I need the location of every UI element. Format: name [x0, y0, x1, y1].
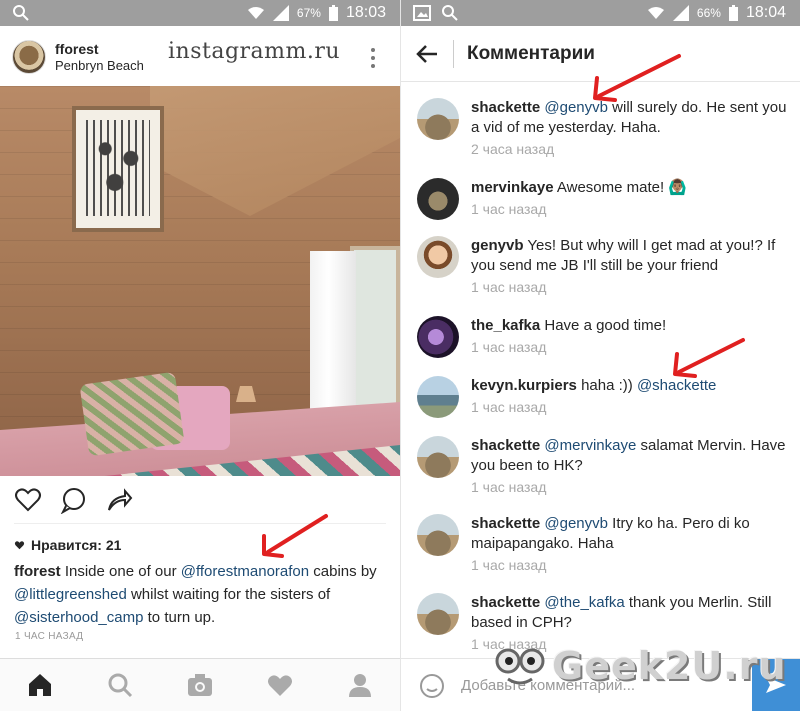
- comment-username[interactable]: the_kafka: [471, 317, 540, 334]
- comment-username[interactable]: shackette: [471, 594, 540, 611]
- home-icon[interactable]: [26, 671, 54, 699]
- caption-mention[interactable]: @fforestmanorafon: [181, 563, 309, 580]
- comment-username[interactable]: shackette: [471, 99, 540, 116]
- watermark: instagramm.ru: [168, 39, 341, 64]
- caption-text: cabins by: [309, 563, 377, 580]
- comment-time: 2 часа назад: [471, 141, 555, 157]
- comment-text: haha :)): [576, 377, 637, 394]
- status-time: 18:03: [345, 4, 386, 21]
- search-icon[interactable]: [106, 671, 134, 699]
- red-arrow-annotation: [593, 54, 681, 102]
- page-title: Комментарии: [467, 43, 595, 64]
- geek-mascot-icon: [495, 648, 545, 685]
- caption-mention[interactable]: @littlegreenshed: [14, 586, 127, 603]
- wifi-icon: [647, 7, 664, 19]
- battery-icon: [328, 5, 338, 21]
- post-header: fforest Penbryn Beach instagramm.ru: [0, 26, 400, 86]
- status-bar: 66% 18:04: [401, 0, 800, 26]
- caption-text: Inside one of our: [60, 563, 181, 580]
- comment-mention[interactable]: @the_kafka: [544, 594, 624, 611]
- heart-icon[interactable]: [266, 671, 294, 699]
- status-time: 18:04: [745, 4, 786, 21]
- comment-mention[interactable]: @genyvb: [544, 515, 608, 532]
- signal-icon: [272, 5, 289, 21]
- back-arrow-icon[interactable]: [415, 42, 439, 66]
- avatar[interactable]: [417, 98, 459, 140]
- divider: [14, 523, 386, 524]
- red-arrow-annotation: [262, 514, 328, 558]
- comment-time: 1 час назад: [471, 557, 547, 573]
- site-logo: Geek2U.ru: [494, 640, 787, 692]
- profile-icon[interactable]: [346, 671, 374, 699]
- comment-time: 1 час назад: [471, 339, 547, 355]
- comment-username[interactable]: genyvb: [471, 237, 524, 254]
- likes-text: Нравится: 21: [31, 537, 122, 553]
- post-time: 1 ЧАС НАЗАД: [15, 631, 84, 642]
- comment-username[interactable]: shackette: [471, 515, 540, 532]
- post-location[interactable]: Penbryn Beach: [55, 58, 144, 73]
- caption-username[interactable]: fforest: [14, 563, 61, 580]
- avatar[interactable]: [417, 236, 459, 278]
- caption-text: to turn up.: [143, 609, 216, 626]
- avatar[interactable]: [12, 40, 46, 74]
- comments-screen: 66% 18:04 Комментарии shackette @genyvb …: [401, 0, 800, 711]
- red-arrow-annotation: [673, 338, 745, 378]
- signal-icon: [672, 5, 689, 21]
- avatar[interactable]: [417, 316, 459, 358]
- caption-text: whilst waiting for the sisters of: [126, 586, 331, 603]
- avatar[interactable]: [417, 376, 459, 418]
- avatar[interactable]: [417, 593, 459, 635]
- post-caption: fforest Inside one of our @fforestmanora…: [14, 560, 389, 629]
- comment-time: 1 час назад: [471, 399, 547, 415]
- site-logo-text: Geek2U.ru: [552, 644, 787, 688]
- gallery-icon: [413, 5, 431, 21]
- search-icon: [442, 5, 458, 21]
- share-icon[interactable]: [105, 486, 133, 514]
- comment-icon[interactable]: [60, 486, 88, 514]
- comment-mention[interactable]: @mervinkaye: [544, 437, 636, 454]
- status-bar: 67% 18:03: [0, 0, 400, 26]
- like-icon[interactable]: [14, 486, 42, 514]
- wifi-icon: [247, 7, 264, 19]
- camera-icon[interactable]: [186, 671, 214, 699]
- avatar[interactable]: [417, 178, 459, 220]
- likes-count[interactable]: Нравится: 21: [14, 537, 121, 553]
- comment-time: 1 час назад: [471, 479, 547, 495]
- battery-icon: [728, 5, 738, 21]
- comment-username[interactable]: kevyn.kurpiers: [471, 377, 577, 394]
- battery-level: 67%: [296, 6, 321, 20]
- avatar[interactable]: [417, 514, 459, 556]
- more-options-icon[interactable]: [366, 46, 380, 70]
- comment-username[interactable]: mervinkaye: [471, 179, 554, 196]
- caption-mention[interactable]: @sisterhood_camp: [14, 609, 143, 626]
- battery-level: 66%: [696, 6, 721, 20]
- post-username[interactable]: fforest: [55, 41, 99, 57]
- bottom-navigation: [0, 658, 400, 711]
- emoji-icon[interactable]: [419, 673, 445, 699]
- comment-time: 1 час назад: [471, 279, 547, 295]
- search-icon: [13, 5, 29, 21]
- heart-small-icon: [14, 541, 25, 550]
- post-screen: 67% 18:03 fforest Penbryn Beach instagra…: [0, 0, 400, 711]
- comment-username[interactable]: shackette: [471, 437, 540, 454]
- avatar[interactable]: [417, 436, 459, 478]
- post-actions: [0, 476, 400, 524]
- comment-time: 1 час назад: [471, 201, 547, 217]
- comment-text: Have a good time!: [540, 317, 667, 334]
- comment-text: Awesome mate! 🙆🏽‍♂️: [553, 179, 688, 196]
- post-photo[interactable]: [0, 86, 400, 476]
